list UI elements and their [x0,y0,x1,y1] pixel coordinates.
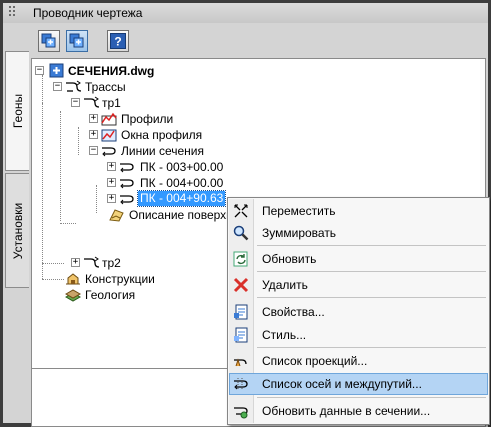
tree-pk1-label: ПК - 003+00.00 [140,160,224,174]
tree-structures-label: Конструкции [85,272,155,286]
menu-item-move[interactable]: Переместить [229,200,488,222]
side-tab-strip: Геоны Установки [3,23,31,423]
menu-item-label: Переместить [262,204,336,218]
tab-settings-label: Установки [10,202,25,259]
tree-node-root[interactable]: − СЕЧЕНИЯ.dwg [35,63,235,79]
help-button[interactable]: ? [107,30,129,52]
tree-node-profile-windows[interactable]: + Окна профиля [89,127,239,143]
tree-pk2-label: ПК - 004+00.00 [140,176,224,190]
expand-toggle[interactable]: + [89,130,98,139]
tree-pk3-label: ПК - 004+90.63 [136,190,227,207]
refresh-icon [233,251,248,267]
tree-profiles-label: Профили [121,112,174,126]
panel-title: Проводник чертежа [33,6,143,20]
help-icon: ? [110,33,126,49]
tree-node-profiles[interactable]: + Профили [89,111,219,127]
collapse-toggle[interactable]: − [89,146,98,155]
properties-icon [234,304,248,320]
menu-item-projections-list[interactable]: Список проекций... [229,350,488,372]
drawing-explorer-panel: Проводник чертежа Геоны Установки ? − СЕ… [0,0,491,427]
drawing-items-active-icon [69,33,84,48]
drawing-items-icon [41,33,56,48]
tree-node-alignments[interactable]: − Трассы [53,79,173,95]
collapse-toggle[interactable]: − [71,98,80,107]
tree-root-label: СЕЧЕНИЯ.dwg [68,64,155,78]
tab-settings[interactable]: Установки [5,173,29,288]
surface-description-icon [109,209,124,222]
menu-item-refresh[interactable]: Обновить [229,248,488,270]
tree-surface-description-label: Описание поверхно [129,208,240,222]
alignment-icon [84,96,99,108]
panel-title-bar[interactable]: Проводник чертежа [3,3,488,24]
tree-node-structures[interactable]: Конструкции [53,271,193,287]
tree-node-tr1[interactable]: − тр1 [71,95,171,111]
grip-icon[interactable] [9,6,25,20]
tree-node-pk1[interactable]: + ПК - 003+00.00 [107,159,257,175]
menu-item-style[interactable]: Стиль... [229,324,488,346]
drawing-items-active-button[interactable] [66,30,88,52]
menu-item-label: Удалить [262,278,308,292]
expand-toggle[interactable]: + [71,258,80,267]
tree-node-pk2[interactable]: + ПК - 004+00.00 [107,175,257,191]
menu-item-label: Зуммировать [262,226,337,240]
menu-item-properties[interactable]: Свойства... [229,301,488,323]
tree-alignments-label: Трассы [85,80,126,94]
dwg-file-icon [49,63,64,78]
tree-node-tr2[interactable]: + тр2 [71,255,171,271]
collapse-toggle[interactable]: − [35,66,44,75]
zoom-icon [233,225,249,241]
tree-tr1-label: тр1 [102,96,121,110]
toolbar: ? [31,23,488,58]
menu-item-label: Обновить [262,252,317,266]
menu-item-delete[interactable]: Удалить [229,274,488,296]
tree-profile-windows-label: Окна профиля [121,128,203,142]
profile-icon [101,112,117,126]
tree-geology-label: Геология [85,288,136,302]
style-icon [234,327,248,343]
menu-item-label: Список проекций... [262,354,368,368]
tab-geons-label: Геоны [10,93,25,129]
expand-toggle[interactable]: + [89,114,98,123]
structures-icon [66,273,80,285]
delete-icon [233,277,249,293]
profile-window-icon [101,129,117,142]
menu-item-label: Свойства... [262,305,325,319]
geology-icon [65,289,81,302]
context-menu: Переместить Зуммировать Обновить Удалить [227,197,490,425]
menu-item-axes-list[interactable]: Список осей и междупутий... [229,373,488,395]
menu-item-label: Список осей и междупутий... [262,377,422,391]
menu-item-update-section[interactable]: Обновить данные в сечении... [229,400,488,422]
menu-item-label: Стиль... [262,328,307,342]
axes-list-icon [234,378,248,390]
alignment-icon [66,80,81,92]
alignment-icon [84,256,99,268]
tree-node-section-lines[interactable]: − Линии сечения [89,143,239,159]
section-line-icon [120,179,134,189]
expand-toggle[interactable]: + [107,162,116,171]
tree-tr2-label: тр2 [102,256,121,270]
menu-item-zoom[interactable]: Зуммировать [229,222,488,244]
section-line-icon [102,147,116,157]
expand-toggle[interactable]: + [107,194,116,203]
projections-list-icon [234,358,247,367]
tab-geons[interactable]: Геоны [5,51,29,171]
menu-item-label: Обновить данные в сечении... [262,404,431,418]
section-line-icon [120,195,134,205]
update-section-icon [234,407,248,419]
tree-section-lines-label: Линии сечения [121,144,204,158]
section-line-icon [120,163,134,173]
move-icon [234,204,248,218]
expand-toggle[interactable]: + [107,178,116,187]
svg-text:?: ? [114,35,121,49]
drawing-items-button[interactable] [38,30,60,52]
collapse-toggle[interactable]: − [53,82,62,91]
tree-node-geology[interactable]: Геология [53,287,193,303]
